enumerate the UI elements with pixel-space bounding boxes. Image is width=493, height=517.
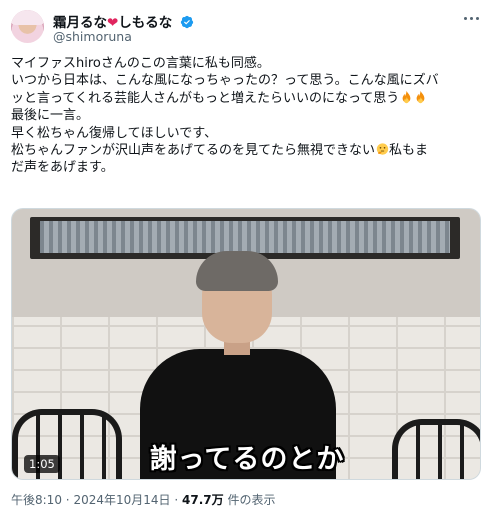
tweet-line-3-text: ッと言ってくれる芸能人さんがもっと増えたらいいのになって思う bbox=[11, 90, 400, 106]
author-handle[interactable]: @shimoruna bbox=[53, 29, 132, 44]
view-count: 47.7万 bbox=[182, 493, 224, 507]
video-player[interactable]: 謝ってるのとか 1:05 bbox=[11, 208, 481, 480]
tweet-line-6-text: 松ちゃんファンが沢山声をあげてるのを見てたら無視できない bbox=[11, 143, 376, 159]
fire-emoji-icon bbox=[416, 90, 425, 104]
tweet-text: マイファスhiroさんのこの言葉に私も同感。 いつから日本は、こんな風になっちゃ… bbox=[11, 55, 481, 177]
view-count-label: 件の表示 bbox=[227, 493, 276, 507]
tweet-line-2: いつから日本は、こんな風になっちゃったの？って思う。こんな風にズバ bbox=[11, 73, 439, 89]
meta-separator: · bbox=[65, 493, 70, 507]
verified-badge-icon bbox=[180, 15, 194, 29]
video-person-hair bbox=[196, 251, 278, 291]
video-duration-badge: 1:05 bbox=[24, 455, 60, 473]
tweet-line-6: 松ちゃんファンが沢山声をあげてるのを見てたら無視できない 私もま bbox=[11, 142, 481, 159]
author-display-name[interactable]: 霜月るな❤しもるな bbox=[53, 11, 194, 31]
video-window-blinds bbox=[40, 221, 450, 253]
video-subtitle: 謝ってるのとか bbox=[149, 444, 345, 475]
tweet-date[interactable]: 2024年10月14日 bbox=[73, 493, 170, 507]
more-options-icon[interactable] bbox=[460, 10, 482, 26]
tweet-meta: 午後8:10 · 2024年10月14日 · 47.7万 件の表示 bbox=[11, 491, 275, 508]
tweet-line-3: ッと言ってくれる芸能人さんがもっと増えたらいいのになって思う bbox=[11, 90, 481, 107]
avatar[interactable] bbox=[11, 10, 44, 43]
tweet-line-6-tail: 私もま bbox=[389, 143, 429, 159]
tweet-line-4: 最後に一言。 bbox=[11, 108, 90, 124]
fire-emoji-icon bbox=[402, 90, 411, 104]
meta-separator-2: · bbox=[174, 493, 179, 507]
tweet-line-1: マイファスhiroさんのこの言葉に私も同感。 bbox=[11, 56, 270, 71]
tweet-line-7: だ声をあげます。 bbox=[11, 160, 114, 176]
tweet-time[interactable]: 午後8:10 bbox=[11, 493, 62, 507]
tweet-line-5: 早く松ちゃん復帰してほしいです、 bbox=[11, 125, 218, 141]
thinking-face-emoji-icon bbox=[376, 143, 389, 155]
